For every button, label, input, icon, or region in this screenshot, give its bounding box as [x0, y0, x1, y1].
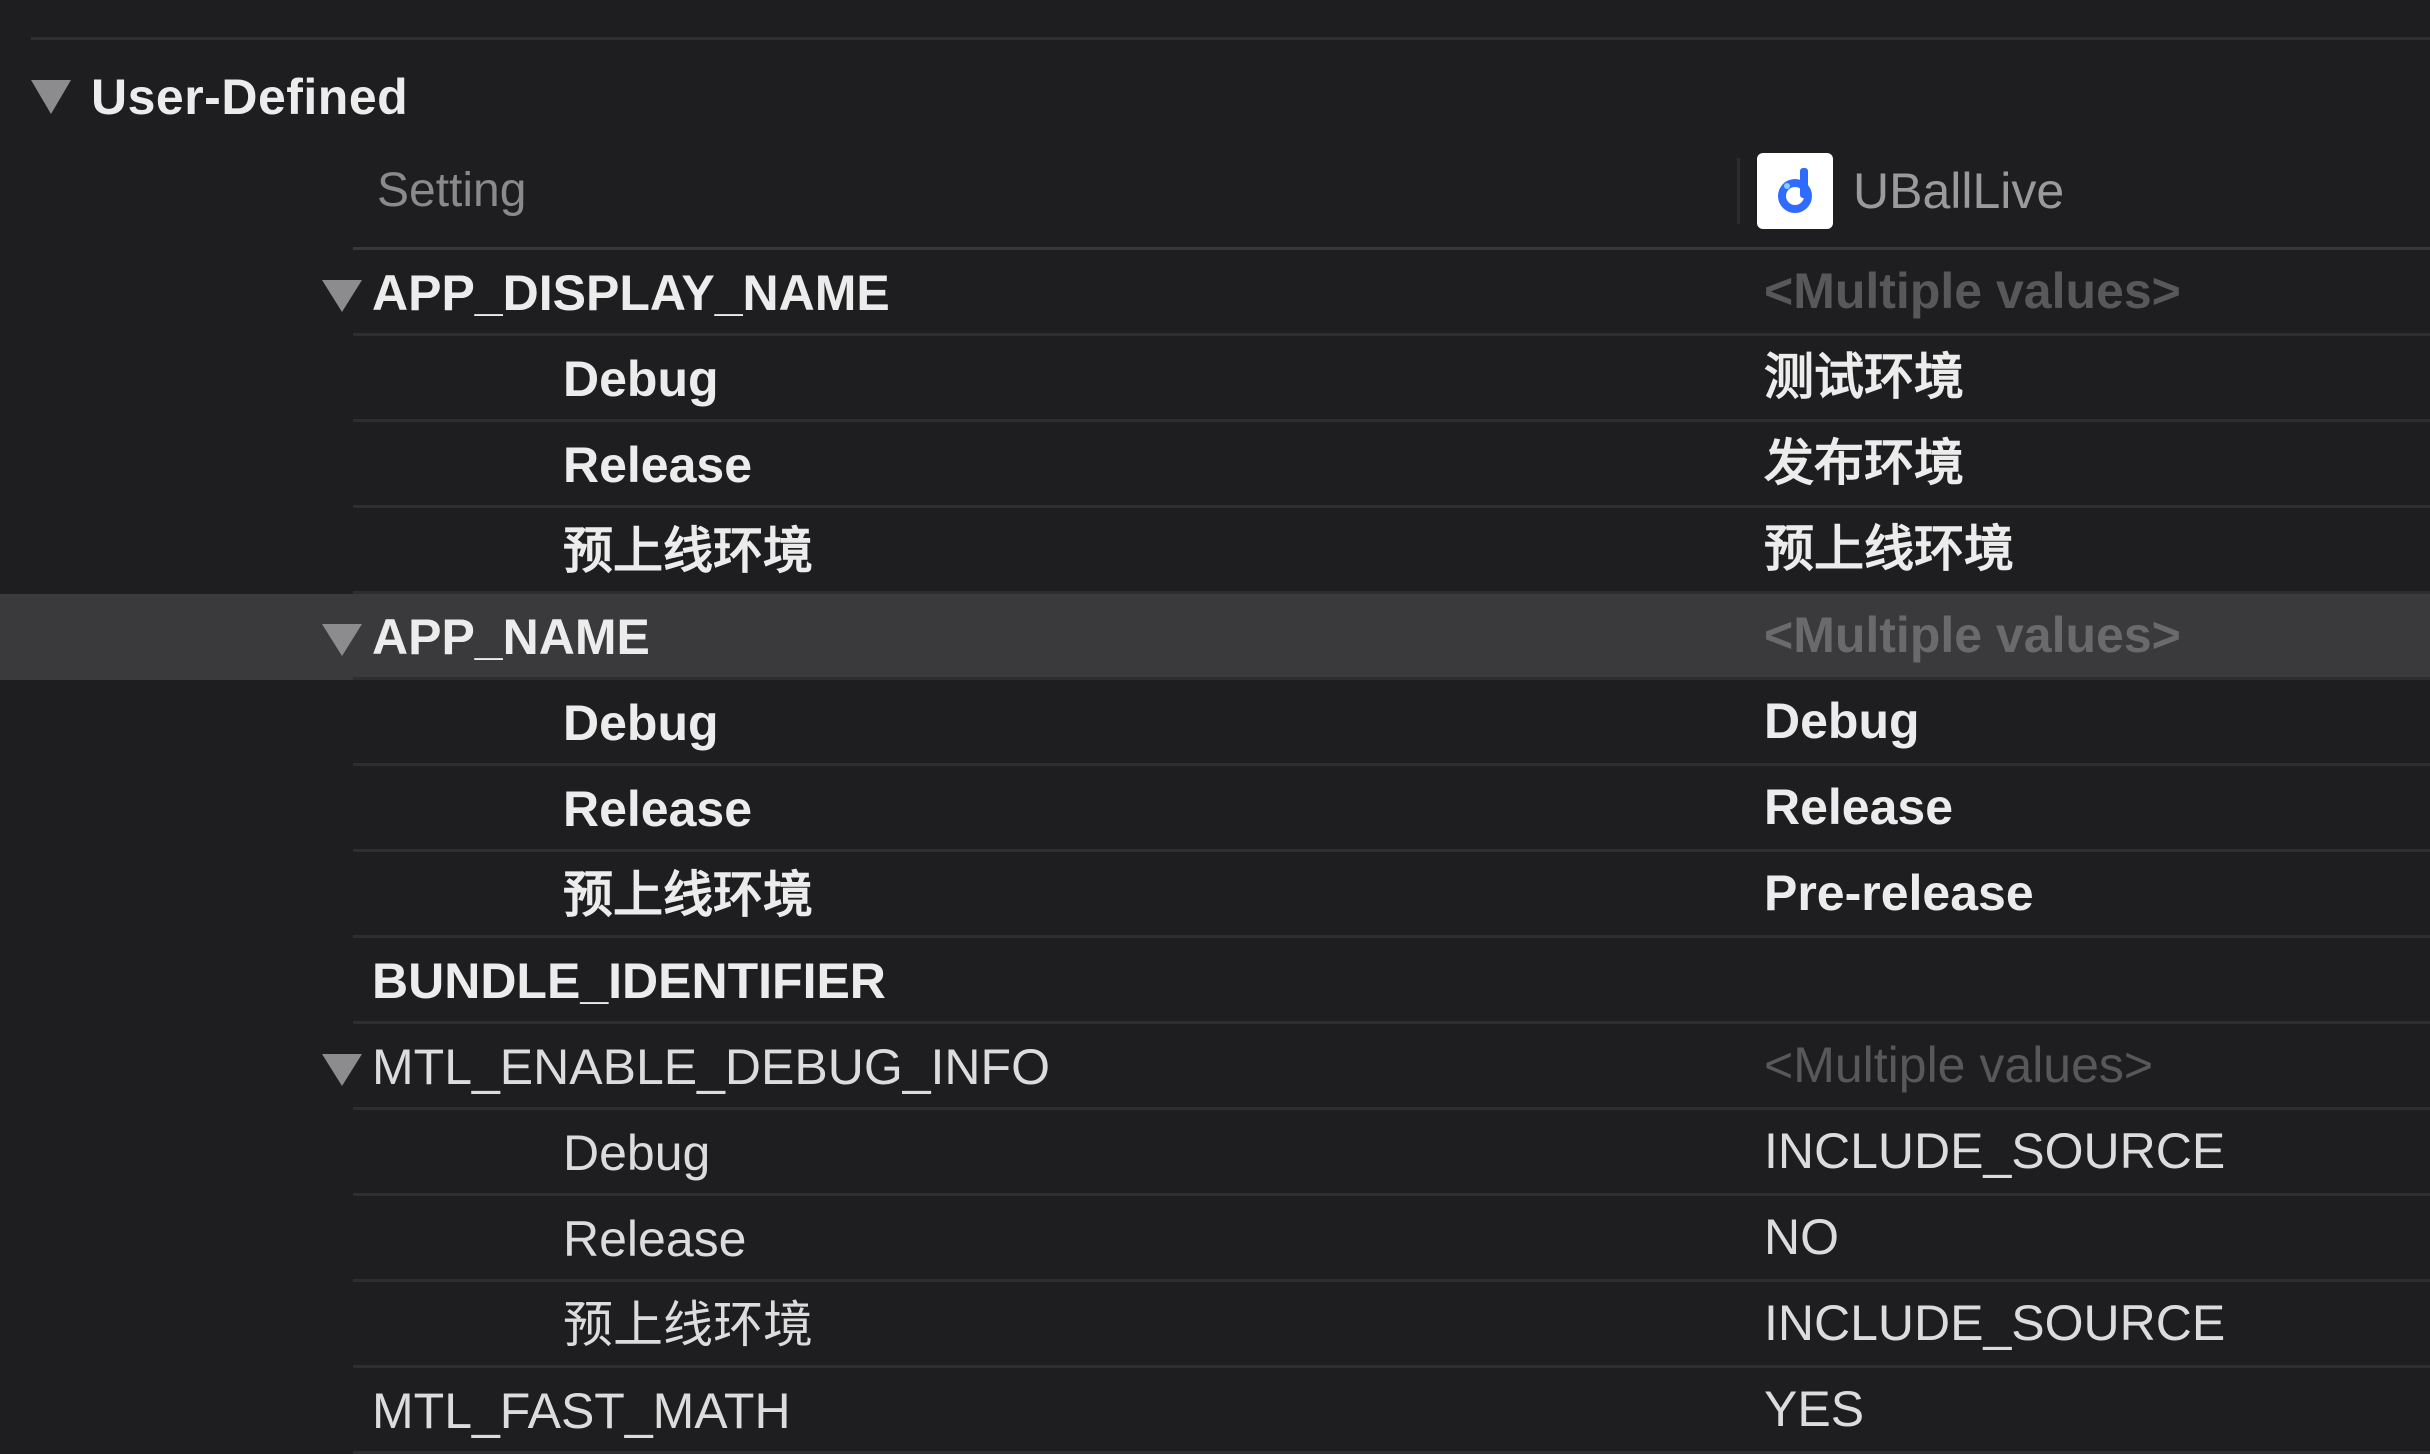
setting-value[interactable]: Debug	[1764, 680, 1920, 762]
target-name: UBallLive	[1853, 163, 2065, 219]
config-row-release[interactable]: Release 发布环境	[0, 422, 2430, 508]
setting-value[interactable]: NO	[1764, 1196, 1839, 1278]
section-header-user-defined[interactable]: User-Defined	[31, 62, 408, 132]
configuration-name: Release	[563, 437, 753, 493]
config-row-prerelease[interactable]: 预上线环境 Pre-release	[0, 852, 2430, 938]
disclosure-triangle-icon[interactable]	[31, 80, 71, 114]
setting-row-app-display-name[interactable]: APP_DISPLAY_NAME <Multiple values>	[0, 250, 2430, 336]
config-row-release[interactable]: Release Release	[0, 766, 2430, 852]
target-column-header[interactable]: UBallLive	[1757, 148, 2064, 234]
configuration-name: Release	[563, 781, 753, 837]
config-row-debug[interactable]: Debug 测试环境	[0, 336, 2430, 422]
setting-value[interactable]: Pre-release	[1764, 852, 2034, 934]
setting-row-app-name[interactable]: APP_NAME <Multiple values>	[0, 594, 2430, 680]
setting-column-label[interactable]: Setting	[377, 148, 526, 234]
setting-value[interactable]: YES	[1764, 1368, 1864, 1450]
setting-value[interactable]: INCLUDE_SOURCE	[1764, 1282, 2225, 1364]
configuration-name: Debug	[563, 1125, 711, 1181]
top-divider	[31, 37, 2430, 40]
disclosure-triangle-icon[interactable]	[322, 624, 362, 656]
config-row-debug[interactable]: Debug INCLUDE_SOURCE	[0, 1110, 2430, 1196]
configuration-name: Debug	[563, 351, 719, 407]
configuration-name: 预上线环境	[563, 867, 813, 923]
config-row-prerelease[interactable]: 预上线环境 预上线环境	[0, 508, 2430, 594]
column-header: Setting UBallLive	[353, 148, 2430, 250]
setting-row-mtl-enable-debug-info[interactable]: MTL_ENABLE_DEBUG_INFO <Multiple values>	[0, 1024, 2430, 1110]
configuration-name: Debug	[563, 695, 719, 751]
config-row-release[interactable]: Release NO	[0, 1196, 2430, 1282]
setting-name: APP_DISPLAY_NAME	[372, 265, 890, 321]
configuration-name: Release	[563, 1211, 747, 1267]
setting-value[interactable]: 发布环境	[1764, 422, 1964, 504]
config-row-debug[interactable]: Debug Debug	[0, 680, 2430, 766]
setting-value[interactable]: <Multiple values>	[1764, 594, 2181, 676]
settings-table: APP_DISPLAY_NAME <Multiple values> Debug…	[0, 250, 2430, 1454]
setting-name: MTL_FAST_MATH	[372, 1383, 791, 1439]
setting-value[interactable]: INCLUDE_SOURCE	[1764, 1110, 2225, 1192]
setting-name: MTL_ENABLE_DEBUG_INFO	[372, 1039, 1050, 1095]
uballlive-logo-icon	[1778, 168, 1812, 213]
column-separator[interactable]	[1737, 158, 1740, 224]
disclosure-triangle-icon[interactable]	[322, 1054, 362, 1086]
setting-value[interactable]: <Multiple values>	[1764, 250, 2181, 332]
setting-value[interactable]: Release	[1764, 766, 1953, 848]
setting-row-bundle-identifier[interactable]: BUNDLE_IDENTIFIER	[0, 938, 2430, 1024]
setting-value[interactable]: <Multiple values>	[1764, 1024, 2153, 1106]
setting-value[interactable]: 测试环境	[1764, 336, 1964, 418]
setting-row-mtl-fast-math[interactable]: MTL_FAST_MATH YES	[0, 1368, 2430, 1454]
config-row-prerelease[interactable]: 预上线环境 INCLUDE_SOURCE	[0, 1282, 2430, 1368]
setting-name: BUNDLE_IDENTIFIER	[372, 953, 886, 1009]
disclosure-triangle-icon[interactable]	[322, 280, 362, 312]
app-icon	[1757, 153, 1833, 229]
setting-value[interactable]: 预上线环境	[1764, 508, 2014, 590]
setting-name: APP_NAME	[372, 609, 650, 665]
configuration-name: 预上线环境	[563, 1297, 813, 1353]
configuration-name: 预上线环境	[563, 523, 813, 579]
section-title: User-Defined	[91, 69, 409, 125]
